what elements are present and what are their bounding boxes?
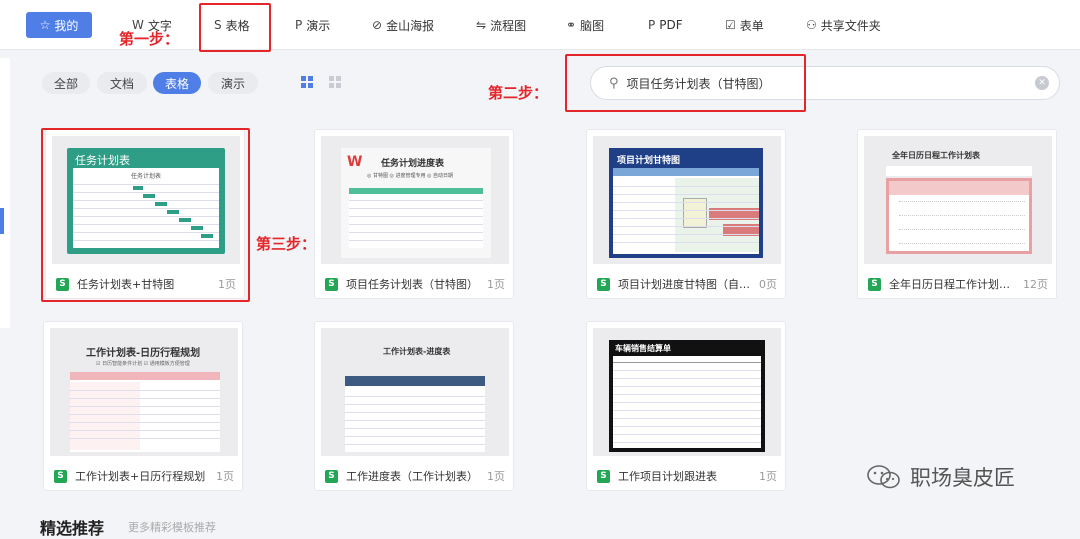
card-page-count: 1页 [487, 470, 505, 483]
my-button[interactable]: ☆ 我的 [26, 12, 92, 38]
card-page-count: 0页 [759, 278, 777, 291]
nav-item-label: 共享文件夹 [820, 18, 881, 33]
card-name: 全年日历日程工作计划表（… [889, 278, 1017, 291]
watermark-text: 职场臭皮匠 [910, 466, 1015, 490]
nav-item-label: 流程图 [490, 18, 527, 33]
spreadsheet-badge-icon: S [325, 469, 338, 483]
thumb-title: 全年日历日程工作计划表 [892, 151, 980, 160]
wechat-icon [867, 465, 900, 489]
card-name: 工作计划表+日历行程规划 [75, 470, 206, 483]
presentation-p-icon: P [295, 18, 303, 32]
nav-item-poster[interactable]: ⊘ 金山海报 [372, 0, 434, 50]
spreadsheet-badge-icon: S [868, 277, 881, 291]
kingsoft-poster-icon: ⊘ [372, 18, 383, 32]
sidebar-active-indicator [0, 208, 4, 234]
card-name: 项目任务计划表（甘特图） [346, 278, 478, 291]
thumb-title: 任务计划进度表 [381, 159, 445, 169]
filter-document[interactable]: 文档 [97, 72, 147, 94]
spreadsheet-badge-icon: S [597, 469, 610, 483]
pdf-icon: P [648, 18, 656, 32]
card-page-count: 1页 [759, 470, 777, 483]
nav-item-label: PDF [659, 18, 683, 32]
template-card[interactable]: 全年日历日程工作计划表 S 全年日历日程工作计划表（… 12页 [857, 129, 1057, 299]
template-thumbnail: 全年日历日程工作计划表 [864, 136, 1052, 264]
nav-item-label: 金山海报 [386, 18, 435, 33]
section-title: 精选推荐 [40, 519, 105, 538]
card-page-count: 12页 [1023, 278, 1048, 291]
template-thumbnail: 工作计划表-日历行程规划 ☑ 日历智能条件计划 ☑ 通用模板方便管理 [50, 328, 238, 456]
watermark: 职场臭皮匠 [866, 462, 1015, 492]
step1-label: 第一步： [119, 30, 180, 48]
nav-item-flowchart[interactable]: ⇋ 流程图 [476, 0, 526, 50]
filter-presentation[interactable]: 演示 [208, 72, 258, 94]
grid-view-icon[interactable] [301, 76, 313, 88]
template-card[interactable]: 车辆销售结算单 S 工作项目计划跟进表 1页 [586, 321, 786, 491]
template-thumbnail: W 任务计划进度表 ◎ 甘特图 ◎ 进度管理专用 ◎ 自动日期 [321, 136, 509, 264]
mindmap-icon: ⚭ [566, 18, 577, 32]
form-icon: ☑ [725, 18, 736, 32]
nav-item-label: 表单 [739, 18, 764, 33]
nav-item-label: 演示 [306, 18, 331, 33]
template-card[interactable]: 工作计划表-日历行程规划 ☑ 日历智能条件计划 ☑ 通用模板方便管理 S 工作计… [43, 321, 243, 491]
filter-spreadsheet[interactable]: 表格 [153, 72, 201, 94]
nav-item-presentation[interactable]: P 演示 [295, 0, 330, 50]
card-name: 工作项目计划跟进表 [618, 470, 717, 483]
flowchart-icon: ⇋ [476, 18, 487, 32]
thumb-title: 工作计划表-进度表 [383, 347, 451, 356]
thumb-title: 工作计划表-日历行程规划 [86, 348, 201, 359]
nav-item-label: 脑图 [580, 18, 605, 33]
spreadsheet-badge-icon: S [325, 277, 338, 291]
step3-label: 第三步： [256, 235, 317, 253]
star-icon: ☆ [39, 18, 51, 32]
nav-item-shared-folder[interactable]: ⚇ 共享文件夹 [806, 0, 881, 50]
spreadsheet-badge-icon: S [597, 277, 610, 291]
template-card[interactable]: W 任务计划进度表 ◎ 甘特图 ◎ 进度管理专用 ◎ 自动日期 S 项目任务计划… [314, 129, 514, 299]
card-name: 工作进度表（工作计划表） [346, 470, 478, 483]
my-button-label: 我的 [54, 18, 79, 33]
section-subtitle: 更多精彩模板推荐 [128, 521, 216, 534]
card-page-count: 1页 [216, 470, 234, 483]
thumb-subtitle: ☑ 日历智能条件计划 ☑ 通用模板方便管理 [96, 361, 190, 367]
template-thumbnail: 项目计划甘特图 [593, 136, 781, 264]
filter-all[interactable]: 全部 [42, 72, 90, 94]
wps-logo-icon: W [347, 154, 363, 170]
card-name: 项目计划进度甘特图（自动… [618, 278, 753, 291]
clear-search-icon[interactable]: ✕ [1035, 76, 1049, 90]
nav-item-mindmap[interactable]: ⚭ 脑图 [566, 0, 604, 50]
step1-highlight-box [199, 3, 271, 52]
template-thumbnail: 工作计划表-进度表 [321, 328, 509, 456]
thumb-title: 车辆销售结算单 [615, 344, 671, 353]
step2-label: 第二步： [488, 84, 549, 102]
thumb-title: 项目计划甘特图 [617, 156, 681, 166]
nav-item-pdf[interactable]: P PDF [648, 0, 683, 50]
shared-folder-icon: ⚇ [806, 18, 817, 32]
left-sidebar-edge [0, 58, 10, 328]
step3-highlight-box [41, 128, 250, 302]
spreadsheet-badge-icon: S [54, 469, 67, 483]
list-view-icon[interactable] [329, 76, 341, 88]
card-page-count: 1页 [487, 278, 505, 291]
template-card[interactable]: 项目计划甘特图 S 项目计划进度甘特图（自动… 0页 [586, 129, 786, 299]
step2-highlight-box [565, 54, 806, 112]
template-card[interactable]: 工作计划表-进度表 S 工作进度表（工作计划表） 1页 [314, 321, 514, 491]
nav-item-form[interactable]: ☑ 表单 [725, 0, 764, 50]
thumb-subtitle: ◎ 甘特图 ◎ 进度管理专用 ◎ 自动日期 [367, 173, 454, 179]
template-thumbnail: 车辆销售结算单 [593, 328, 781, 456]
